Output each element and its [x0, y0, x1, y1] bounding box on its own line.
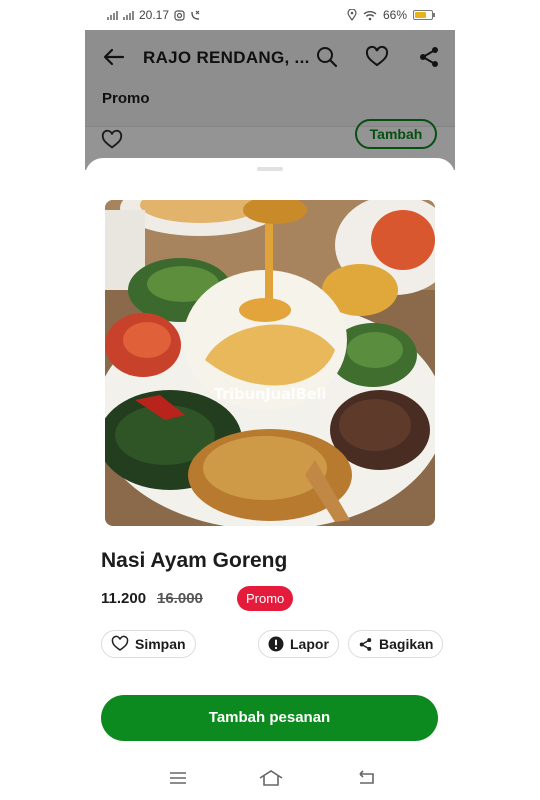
share-icon — [359, 637, 372, 651]
report-label: Lapor — [290, 636, 329, 652]
item-original-price: 16.000 — [157, 590, 203, 607]
status-time: 20.17 — [139, 8, 170, 22]
signal-icon — [107, 10, 118, 20]
share-label: Bagikan — [379, 636, 434, 652]
signal-icon-2 — [123, 10, 134, 20]
food-photo: TribunJualBeli — [105, 200, 435, 526]
back-icon[interactable] — [355, 768, 377, 788]
instagram-icon — [174, 9, 185, 21]
report-button[interactable]: Lapor — [258, 630, 339, 658]
promo-badge: Promo — [237, 586, 294, 611]
food-illustration — [105, 200, 435, 526]
location-icon — [347, 9, 357, 21]
modal-scrim[interactable] — [85, 30, 455, 170]
status-left: 20.17 — [107, 8, 201, 22]
battery-level — [415, 12, 426, 18]
wifi-icon — [363, 10, 377, 20]
item-detail-sheet: TribunJualBeli Nasi Ayam Goreng 11.200 1… — [85, 158, 455, 758]
status-bar: 20.17 66% — [85, 0, 455, 30]
sheet-drag-handle[interactable] — [257, 167, 283, 171]
share-item-button[interactable]: Bagikan — [348, 630, 444, 658]
menu-icon[interactable] — [167, 768, 189, 788]
item-name: Nasi Ayam Goreng — [101, 549, 288, 572]
add-order-button[interactable]: Tambah pesanan — [101, 695, 438, 741]
item-price: 11.200 — [101, 590, 147, 607]
system-nav-bar — [85, 758, 455, 800]
save-button[interactable]: Simpan — [101, 630, 196, 658]
battery-icon — [413, 10, 435, 20]
alert-icon — [268, 636, 284, 652]
heart-outline-icon — [111, 635, 129, 651]
save-label: Simpan — [135, 636, 186, 652]
missed-call-icon — [191, 10, 200, 20]
battery-percent: 66% — [382, 8, 407, 22]
photo-watermark: TribunJualBeli — [213, 385, 327, 403]
status-right: 66% — [347, 8, 435, 22]
home-icon[interactable] — [258, 768, 284, 788]
